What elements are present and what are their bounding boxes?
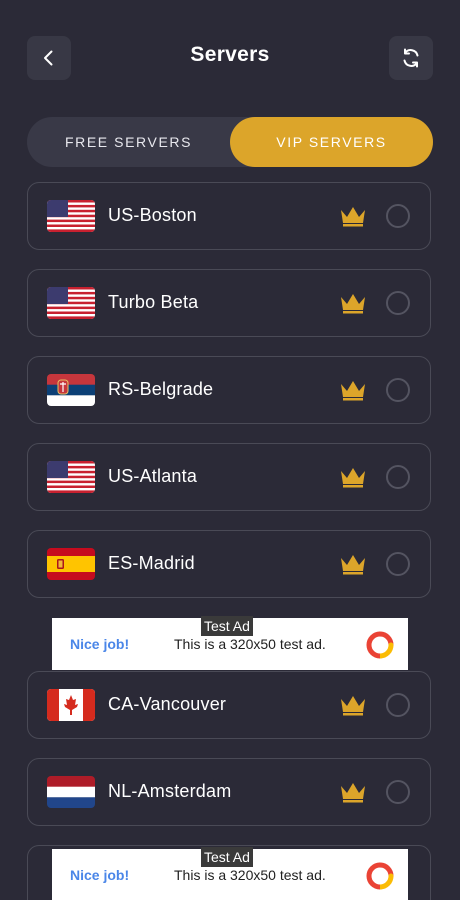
- serbia-flag-icon: [47, 374, 95, 406]
- us-flag-icon: [47, 287, 95, 319]
- server-radio[interactable]: [386, 291, 410, 315]
- server-radio[interactable]: [386, 693, 410, 717]
- crown-icon: [341, 381, 365, 401]
- crown-icon: [341, 783, 365, 803]
- server-type-toggle: FREE SERVERS VIP SERVERS: [27, 117, 433, 167]
- server-row[interactable]: Turbo Beta: [27, 269, 431, 337]
- us-flag-icon: [47, 200, 95, 232]
- ad-logo-icon: [366, 862, 394, 890]
- server-name: US-Boston: [108, 205, 197, 225]
- ad-body: This is a 320x50 test ad.: [174, 867, 326, 883]
- refresh-button[interactable]: [389, 36, 433, 80]
- header: Servers: [0, 0, 460, 110]
- server-row[interactable]: RS-Belgrade: [27, 356, 431, 424]
- server-row[interactable]: NL-Amsterdam: [27, 758, 431, 826]
- netherlands-flag-icon: [47, 776, 95, 808]
- refresh-icon: [403, 48, 419, 68]
- ad-body: This is a 320x50 test ad.: [174, 636, 326, 652]
- crown-icon: [341, 468, 365, 488]
- server-name: ES-Madrid: [108, 553, 195, 573]
- server-row[interactable]: US-Atlanta: [27, 443, 431, 511]
- server-radio[interactable]: [386, 204, 410, 228]
- tab-free-servers[interactable]: FREE SERVERS: [27, 117, 230, 167]
- banner-ad[interactable]: Test Ad Nice job! This is a 320x50 test …: [52, 847, 408, 900]
- ad-logo-icon: [366, 631, 394, 659]
- server-radio[interactable]: [386, 465, 410, 489]
- ad-headline: Nice job!: [70, 636, 130, 652]
- server-name: CA-Vancouver: [108, 694, 227, 714]
- banner-ad[interactable]: Test Ad Nice job! This is a 320x50 test …: [52, 616, 408, 670]
- server-row[interactable]: US-Boston: [27, 182, 431, 250]
- server-name: NL-Amsterdam: [108, 781, 232, 801]
- server-name: US-Atlanta: [108, 466, 198, 486]
- server-name: RS-Belgrade: [108, 379, 214, 399]
- canada-flag-icon: [47, 689, 95, 721]
- crown-icon: [341, 207, 365, 227]
- test-ad-badge: Test Ad: [201, 616, 253, 636]
- servers-screen: Servers FREE SERVERS VIP SERVERS US-Bost…: [0, 0, 460, 900]
- server-radio[interactable]: [386, 780, 410, 804]
- ad-headline: Nice job!: [70, 867, 130, 883]
- test-ad-badge: Test Ad: [201, 847, 253, 867]
- us-flag-icon: [47, 461, 95, 493]
- tab-vip-servers[interactable]: VIP SERVERS: [230, 117, 433, 167]
- spain-flag-icon: [47, 548, 95, 580]
- crown-icon: [341, 696, 365, 716]
- server-row[interactable]: ES-Madrid: [27, 530, 431, 598]
- crown-icon: [341, 294, 365, 314]
- server-row[interactable]: CA-Vancouver: [27, 671, 431, 739]
- server-radio[interactable]: [386, 552, 410, 576]
- crown-icon: [341, 555, 365, 575]
- server-name: Turbo Beta: [108, 292, 199, 312]
- server-radio[interactable]: [386, 378, 410, 402]
